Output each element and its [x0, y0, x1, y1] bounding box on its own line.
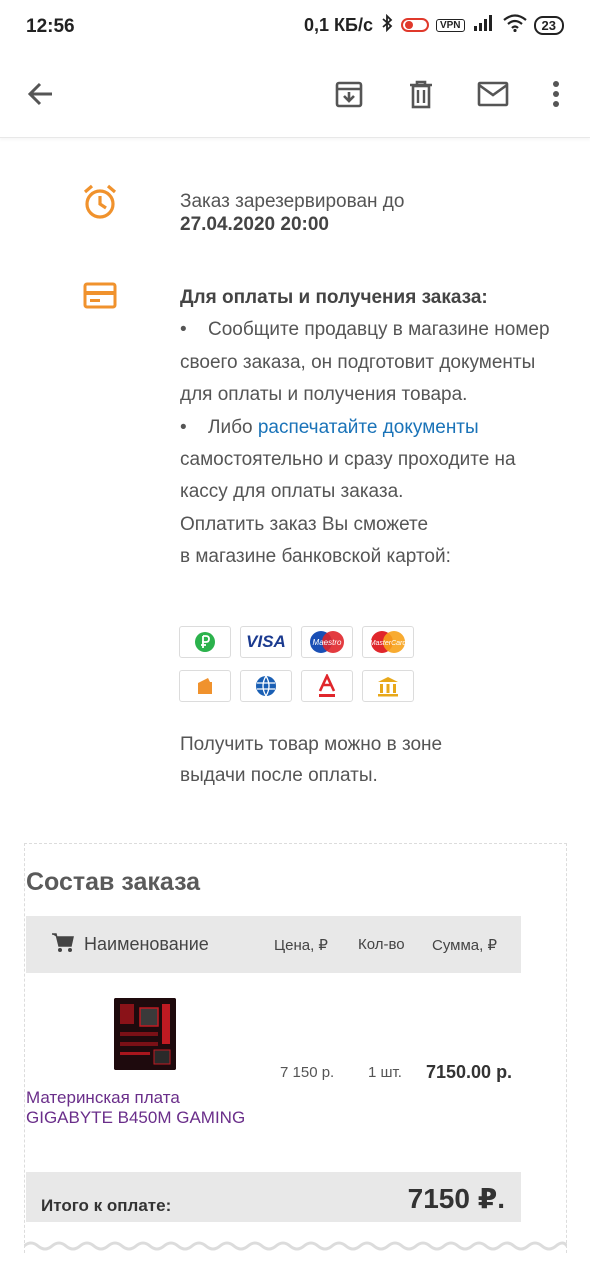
reservation-date: 27.04.2020 20:00: [180, 214, 329, 235]
card-note-line-1: Оплатить заказ Вы сможете: [180, 513, 429, 535]
payment-bullet-1: • Сообщите продавцу в магазине номер свое…: [180, 319, 550, 406]
network-speed: 0,1 КБ/с: [304, 14, 373, 35]
signal-icon: [472, 14, 496, 36]
mail-button[interactable]: [471, 72, 515, 116]
product-price: 7 150 р.: [280, 1064, 335, 1081]
product-sum: 7150.00 р.: [426, 1062, 513, 1082]
vpn-badge: VPN: [435, 18, 465, 32]
alarm-toggle-icon: [400, 18, 429, 32]
shopping-cart-icon: [51, 932, 75, 958]
status-time: 12:56: [26, 16, 75, 37]
ruble-icon: [179, 626, 231, 658]
receive-info: Получить товар можно в зоне выдачи после…: [180, 734, 443, 786]
archive-button[interactable]: [327, 72, 371, 116]
payment-instructions: Для оплаты и получения заказа: • Сообщите…: [180, 282, 560, 574]
receipt-edge: [24, 1241, 567, 1251]
column-name: Наименование: [84, 934, 209, 954]
order-title: Состав заказа: [26, 868, 201, 896]
bluetooth-icon: [380, 13, 394, 36]
battery-indicator: 23: [533, 15, 564, 35]
delete-button[interactable]: [399, 72, 443, 116]
total-value: 7150 ₽.: [407, 1183, 505, 1214]
payment-card-icon: [83, 282, 117, 315]
column-price: Цена, ₽: [274, 937, 328, 954]
card-note-line-2: в магазине банковской картой:: [180, 546, 451, 568]
more-vert-icon: [553, 81, 559, 107]
order-total: Итого к оплате: 7150 ₽.: [26, 1172, 521, 1222]
column-qty: Кол-во: [358, 936, 405, 953]
order-table-header: Наименование Цена, ₽ Кол-во Сумма, ₽: [26, 916, 521, 973]
back-arrow-icon: [27, 82, 52, 106]
product-image[interactable]: [114, 998, 176, 1070]
toolbar: [0, 54, 590, 138]
delete-icon: [410, 80, 432, 109]
mastercard-logo: MasterCard: [362, 626, 414, 658]
more-options-button[interactable]: [534, 72, 578, 116]
visa-logo: VISA: [240, 626, 292, 658]
product-qty: 1 шт.: [368, 1064, 402, 1081]
alfa-bank-icon: [301, 670, 353, 702]
status-bar: 12:56 0,1 КБ/с VPN 23: [0, 0, 590, 54]
payment-bullet-2: • Либо распечатайте документы самостоятель…: [180, 416, 516, 503]
wifi-icon: [502, 14, 527, 36]
svg-text:Maestro: Maestro: [313, 638, 342, 647]
wallet-icon: [179, 670, 231, 702]
column-sum: Сумма, ₽: [432, 937, 498, 954]
product-link[interactable]: Материнская плата GIGABYTE B450M GAMING: [26, 1088, 276, 1128]
back-button[interactable]: [19, 72, 63, 116]
maestro-logo: Maestro: [301, 626, 353, 658]
print-documents-link[interactable]: распечатайте документы: [258, 417, 479, 438]
bank-icon: [362, 670, 414, 702]
reservation-info: Заказ зарезервирован до 27.04.2020 20:00: [180, 190, 404, 236]
svg-text:MasterCard: MasterCard: [370, 640, 408, 647]
webmoney-icon: [240, 670, 292, 702]
mail-icon: [477, 81, 509, 107]
payment-heading: Для оплаты и получения заказа:: [180, 287, 488, 308]
total-label: Итого к оплате:: [41, 1196, 172, 1215]
reservation-text: Заказ зарезервирован до: [180, 191, 405, 212]
status-indicators: 0,1 КБ/с VPN 23: [304, 13, 564, 36]
alarm-clock-icon: [82, 183, 118, 226]
archive-icon: [335, 81, 363, 108]
